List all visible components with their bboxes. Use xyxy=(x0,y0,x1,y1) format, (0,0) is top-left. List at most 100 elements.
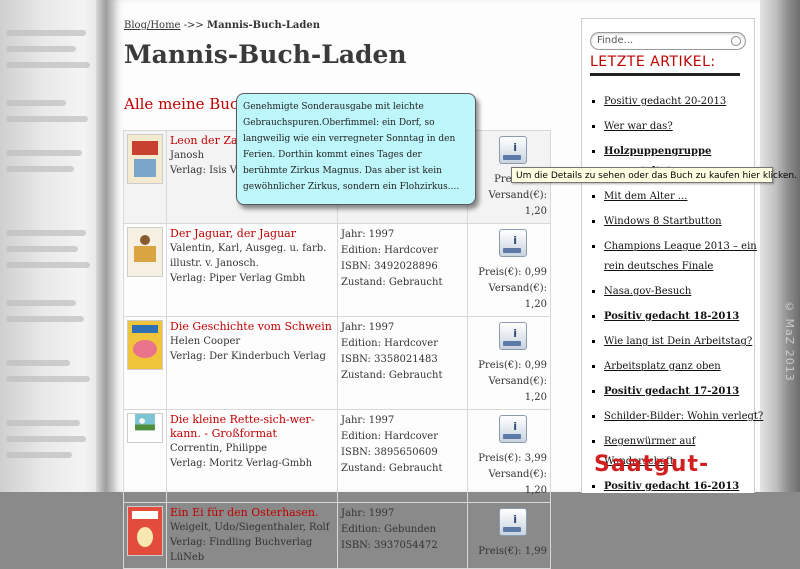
list-item: Schilder-Bilder: Wohin verlegt? xyxy=(604,407,764,427)
article-link[interactable]: Positiv gedacht 20-2013 xyxy=(604,96,726,107)
breadcrumb-current: Mannis-Buch-Laden xyxy=(207,20,321,31)
book-edition: Edition: Hardcover xyxy=(341,338,438,349)
book-year: Jahr: 1997 xyxy=(341,415,395,426)
book-price-cell: i Preis(€): 3,99 Versand(€): 1,20 xyxy=(467,409,551,503)
book-cover-image[interactable] xyxy=(127,134,163,184)
book-condition: Zustand: Gebraucht xyxy=(341,370,443,381)
article-link[interactable]: Schilder-Bilder: Wohin verlegt? xyxy=(604,411,763,422)
article-link[interactable]: Positiv gedacht 17-2013 xyxy=(604,386,739,397)
cart-icon xyxy=(503,434,521,439)
table-row: Die kleine Rette-sich-wer-kann. - Großfo… xyxy=(123,409,551,503)
book-edition: Edition: Hardcover xyxy=(341,245,438,256)
article-link[interactable]: Windows 8 Startbutton xyxy=(604,216,722,227)
book-condition: Zustand: Gebraucht xyxy=(341,463,443,474)
article-link[interactable]: Mit dem Alter ... xyxy=(604,191,687,202)
cart-icon xyxy=(503,248,521,253)
book-author: Valentin, Karl, Ausgeg. u. farb. illustr… xyxy=(170,243,327,269)
list-item: Nasa.gov-Besuch xyxy=(604,282,764,302)
book-edition: Edition: Hardcover xyxy=(341,431,438,442)
info-icon: i xyxy=(513,327,517,340)
recent-articles-heading: LETZTE ARTIKEL: xyxy=(590,54,716,70)
book-price: Preis(€): 0,99 xyxy=(478,267,547,278)
book-year: Jahr: 1997 xyxy=(341,322,395,333)
page-title: Mannis-Buch-Laden xyxy=(124,40,407,69)
book-shipping: Versand(€): 1,20 xyxy=(488,469,547,496)
details-cart-button[interactable]: i xyxy=(499,415,527,443)
book-price: Preis(€): 3,99 xyxy=(478,453,547,464)
details-cart-button[interactable]: i xyxy=(499,322,527,350)
book-cover-cell xyxy=(123,223,167,317)
book-description-popup: Genehmigte Sonderausgabe mit leichte Geb… xyxy=(236,93,476,205)
list-item: Positiv gedacht 18-2013 xyxy=(604,307,764,327)
list-item: Champions League 2013 – ein rein deutsch… xyxy=(604,237,764,277)
book-title-link[interactable]: Die kleine Rette-sich-wer-kann. - Großfo… xyxy=(170,413,334,441)
book-price-cell: i Preis(€): 0,99 Versand(€): 1,20 xyxy=(467,223,551,317)
book-cover-image[interactable] xyxy=(127,320,163,370)
list-item: Windows 8 Startbutton xyxy=(604,212,764,232)
article-link[interactable]: Wer war das? xyxy=(604,121,673,132)
book-publisher: Verlag: Piper Verlag Gmbh xyxy=(170,273,306,284)
book-price: Preis(€): 1,99 xyxy=(478,546,547,557)
book-publisher: Verlag: Moritz Verlag-Gmbh xyxy=(170,458,313,469)
breadcrumb-separator: ->> xyxy=(183,20,204,31)
book-publisher: Verlag: Findling Buchverlag LüNeb xyxy=(170,537,313,563)
list-item: Positiv gedacht 17-2013 xyxy=(604,382,764,402)
breadcrumb-home-link[interactable]: Blog/Home xyxy=(124,20,180,31)
info-icon: i xyxy=(513,234,517,247)
sidebar: Finde... LETZTE ARTIKEL: Positiv gedacht… xyxy=(581,18,763,493)
book-title-link[interactable]: Der Jaguar, der Jaguar xyxy=(170,227,334,241)
book-cover-image[interactable] xyxy=(127,506,163,556)
article-link[interactable]: Positiv gedacht 16-2013 xyxy=(604,481,739,492)
details-cart-button[interactable]: i xyxy=(499,229,527,257)
book-title-link[interactable]: Ein Ei für den Osterhasen. xyxy=(170,506,334,520)
book-author: Correntin, Philippe xyxy=(170,443,268,454)
article-link[interactable]: Nasa.gov-Besuch xyxy=(604,286,691,297)
list-item: Positiv gedacht 16-2013 xyxy=(604,477,764,497)
book-meta-cell: Jahr: 1997 Edition: Gebunden ISBN: 39370… xyxy=(337,502,469,569)
book-author: Helen Cooper xyxy=(170,336,241,347)
article-link[interactable]: Positiv gedacht 18-2013 xyxy=(604,311,739,322)
details-tooltip: Um die Details zu sehen oder das Buch zu… xyxy=(511,167,797,183)
info-icon: i xyxy=(513,420,517,433)
book-shipping: Versand(€): 1,20 xyxy=(488,190,547,217)
search-input[interactable]: Finde... xyxy=(590,32,746,50)
book-price-cell: i Preis(€): 0,99 Versand(€): 1,20 xyxy=(467,316,551,410)
cart-icon xyxy=(503,341,521,346)
article-link[interactable]: Champions League 2013 – ein rein deutsch… xyxy=(604,241,757,272)
list-item: Wie lang ist Dein Arbeitstag? xyxy=(604,332,764,352)
article-link[interactable]: Arbeitsplatz ganz oben xyxy=(604,361,721,372)
book-shipping: Versand(€): 1,20 xyxy=(488,283,547,310)
book-cover-cell xyxy=(123,130,167,224)
recent-articles-list: Positiv gedacht 20-2013 Wer war das? Hol… xyxy=(590,92,764,502)
heading-divider xyxy=(590,73,740,76)
book-year: Jahr: 1997 xyxy=(341,229,395,240)
cart-icon xyxy=(503,155,521,160)
book-edition: Edition: Gebunden xyxy=(341,524,437,535)
list-item: Wer war das? xyxy=(604,117,764,137)
book-info-cell: Die Geschichte vom Schwein Helen Cooper … xyxy=(165,316,339,410)
book-publisher: Verlag: Der Kinderbuch Verlag xyxy=(170,351,326,362)
book-title-link[interactable]: Die Geschichte vom Schwein xyxy=(170,320,334,334)
book-price: Preis(€): 0,99 xyxy=(478,360,547,371)
table-row: Ein Ei für den Osterhasen. Weigelt, Udo/… xyxy=(123,502,551,569)
book-info-cell: Die kleine Rette-sich-wer-kann. - Großfo… xyxy=(165,409,339,503)
list-item: Positiv gedacht 20-2013 xyxy=(604,92,764,112)
details-cart-button[interactable]: i xyxy=(499,136,527,164)
book-price-cell: i Preis(€): 1,99 xyxy=(467,502,551,569)
watermark: © MaZ 2013 xyxy=(783,300,796,382)
book-cover-cell xyxy=(123,316,167,410)
details-cart-button[interactable]: i xyxy=(499,508,527,536)
promo-banner[interactable]: Saatgut- xyxy=(594,452,709,477)
book-author: Weigelt, Udo/Siegenthaler, Rolf xyxy=(170,522,330,533)
table-row: Der Jaguar, der Jaguar Valentin, Karl, A… xyxy=(123,223,551,317)
book-info-cell: Ein Ei für den Osterhasen. Weigelt, Udo/… xyxy=(165,502,339,569)
article-link[interactable]: Wie lang ist Dein Arbeitstag? xyxy=(604,336,752,347)
book-meta-cell: Jahr: 1997 Edition: Hardcover ISBN: 3895… xyxy=(337,409,469,503)
search-icon xyxy=(731,36,741,46)
book-isbn: ISBN: 3358021483 xyxy=(341,354,438,365)
book-isbn: ISBN: 3895650609 xyxy=(341,447,438,458)
book-cover-image[interactable] xyxy=(127,413,163,443)
list-item: Arbeitsplatz ganz oben xyxy=(604,357,764,377)
book-cover-image[interactable] xyxy=(127,227,163,277)
breadcrumb: Blog/Home ->> Mannis-Buch-Laden xyxy=(124,20,320,31)
